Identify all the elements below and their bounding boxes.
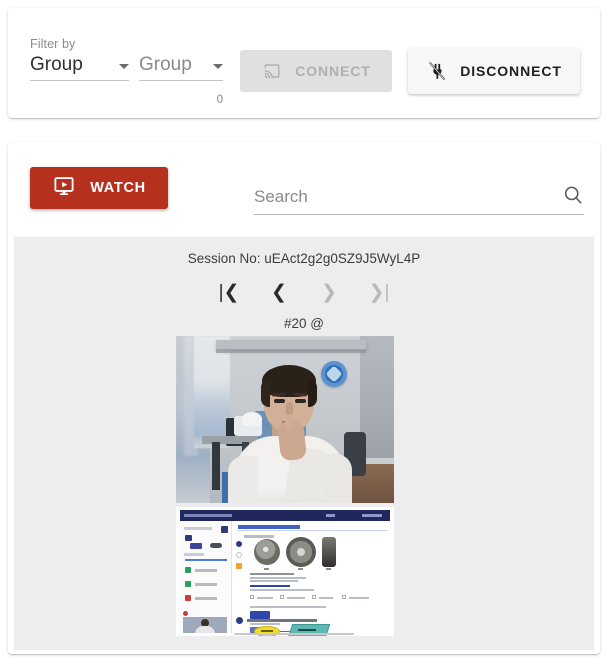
pager-next-button[interactable]: ❯ <box>318 280 340 304</box>
app-root: Filter by Group Group 0 CONNECT DISCONNE… <box>0 0 608 666</box>
frame-caption-label: #20 @ <box>284 316 324 331</box>
session-viewer-panel: Session No: uEAct2g2g0SZ9J5WyL4P |❮ ❮ ❯ … <box>14 237 594 650</box>
frame-pagination: |❮ ❮ ❯ ❯| <box>14 280 594 304</box>
watch-button-label: WATCH <box>90 180 146 196</box>
group-filter-primary-select[interactable]: Group <box>30 54 129 81</box>
chevron-down-icon <box>213 64 223 69</box>
pager-first-button[interactable]: |❮ <box>218 280 240 304</box>
search-input[interactable] <box>254 186 562 211</box>
cast-icon <box>261 62 283 80</box>
filter-card: Filter by Group Group 0 CONNECT DISCONNE… <box>8 8 600 118</box>
cast-off-icon <box>426 61 448 81</box>
monitor-play-icon <box>52 175 76 201</box>
media-stack <box>176 336 394 636</box>
group-filter-primary-value: Group <box>30 54 83 75</box>
disconnect-button-label: DISCONNECT <box>460 63 562 79</box>
chevron-down-icon <box>119 64 129 69</box>
pager-previous-button[interactable]: ❮ <box>268 280 290 304</box>
search-icon[interactable] <box>562 184 584 211</box>
session-number-label: Session No: uEAct2g2g0SZ9J5WyL4P <box>187 251 421 266</box>
group-filter-secondary-select[interactable]: Group <box>139 54 223 81</box>
search-field[interactable] <box>254 183 584 215</box>
webcam-snapshot <box>176 336 394 503</box>
group-filter-count-hint: 0 <box>216 94 223 106</box>
filter-by-label: Filter by <box>30 37 76 51</box>
group-filter-secondary-value: Group <box>139 54 192 75</box>
pager-last-button[interactable]: ❯| <box>368 280 390 304</box>
watch-button[interactable]: WATCH <box>30 167 168 209</box>
connect-button[interactable]: CONNECT <box>240 50 392 92</box>
screen-capture-snapshot <box>176 507 394 636</box>
disconnect-button[interactable]: DISCONNECT <box>408 48 580 94</box>
connect-button-label: CONNECT <box>295 63 371 79</box>
